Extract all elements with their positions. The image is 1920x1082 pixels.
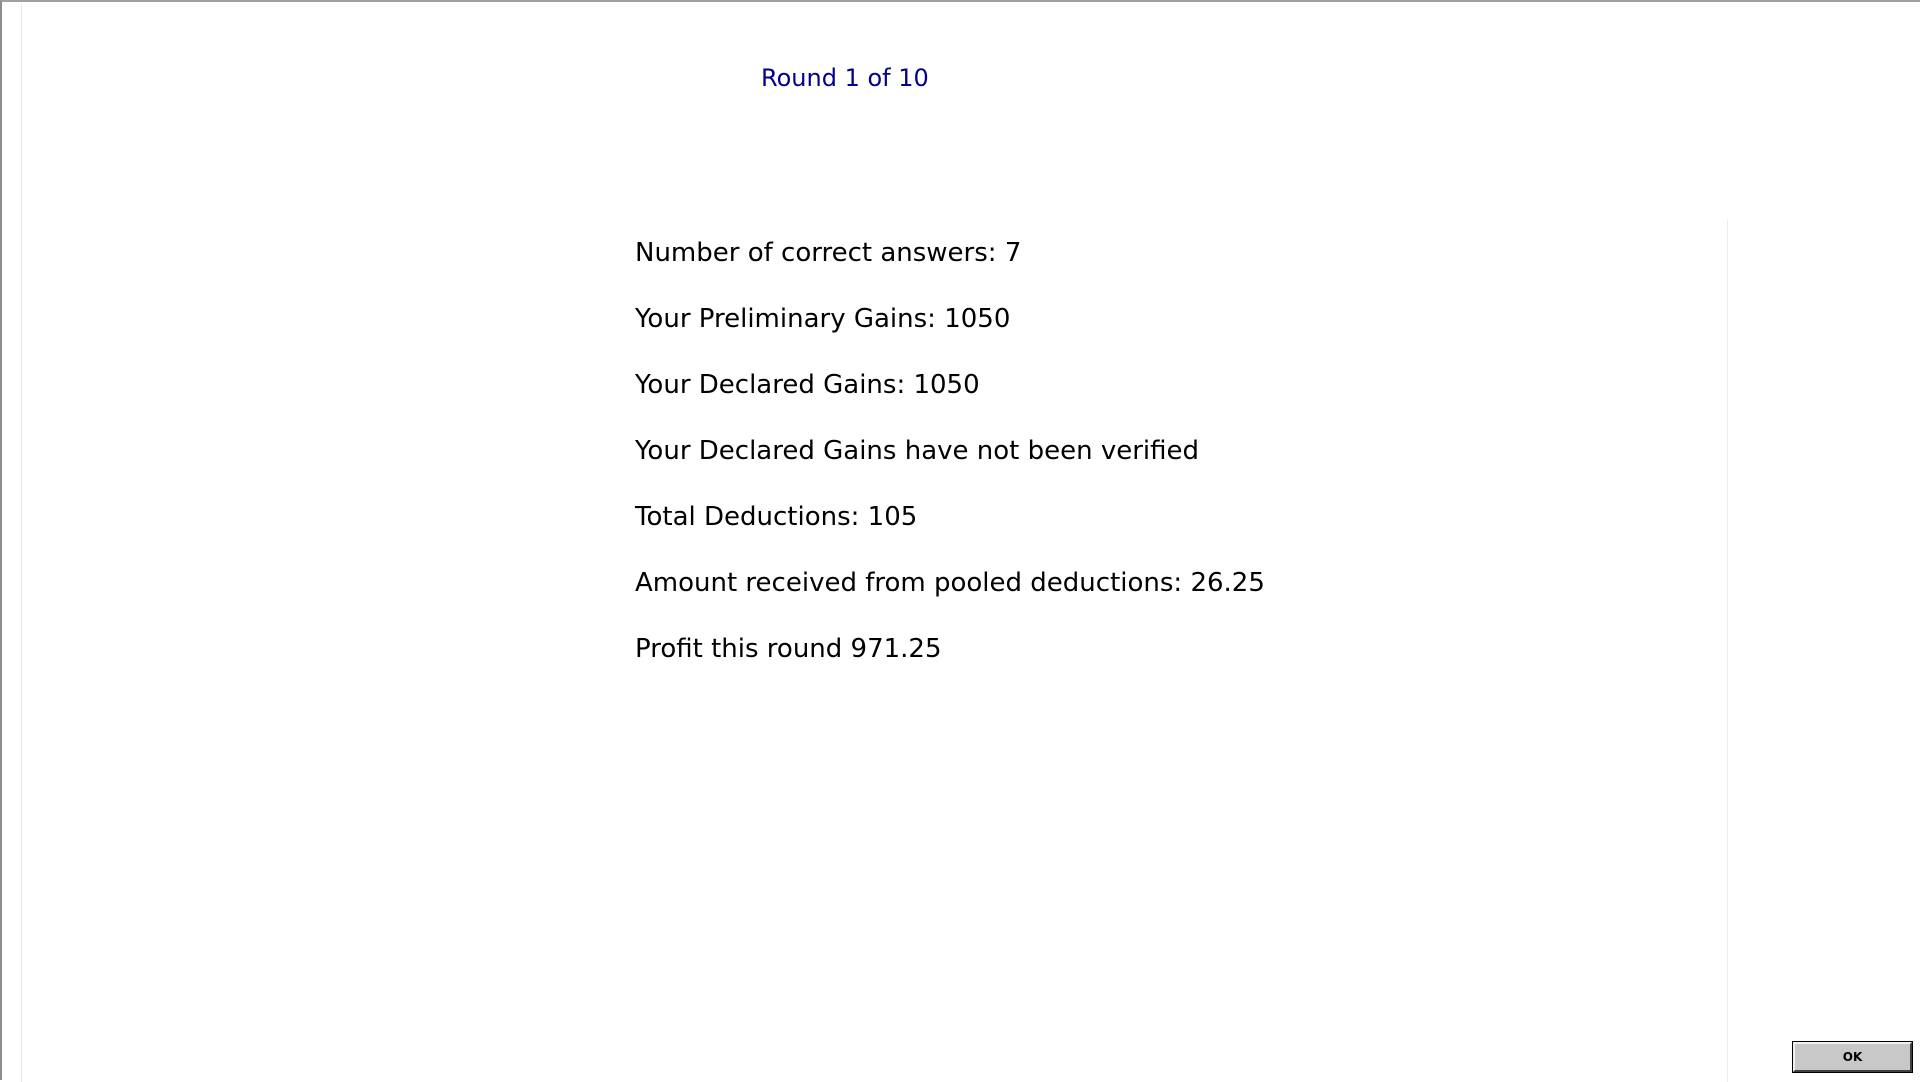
results-window: Round 1 of 10 Number of correct answers:… bbox=[0, 0, 1920, 1082]
round-profit-text: Profit this round 971.25 bbox=[635, 634, 942, 664]
total-deductions-text: Total Deductions: 105 bbox=[635, 502, 918, 532]
declared-gains-text: Your Declared Gains: 1050 bbox=[635, 370, 980, 400]
left-margin-strip bbox=[4, 4, 22, 1082]
pooled-deductions-text: Amount received from pooled deductions: … bbox=[635, 568, 1265, 598]
ok-button[interactable]: OK bbox=[1792, 1041, 1913, 1073]
panel-divider bbox=[1727, 220, 1728, 1082]
round-indicator: Round 1 of 10 bbox=[761, 64, 929, 92]
verification-status-text: Your Declared Gains have not been verifi… bbox=[635, 436, 1200, 466]
correct-answers-text: Number of correct answers: 7 bbox=[635, 238, 1022, 268]
preliminary-gains-text: Your Preliminary Gains: 1050 bbox=[635, 304, 1011, 334]
